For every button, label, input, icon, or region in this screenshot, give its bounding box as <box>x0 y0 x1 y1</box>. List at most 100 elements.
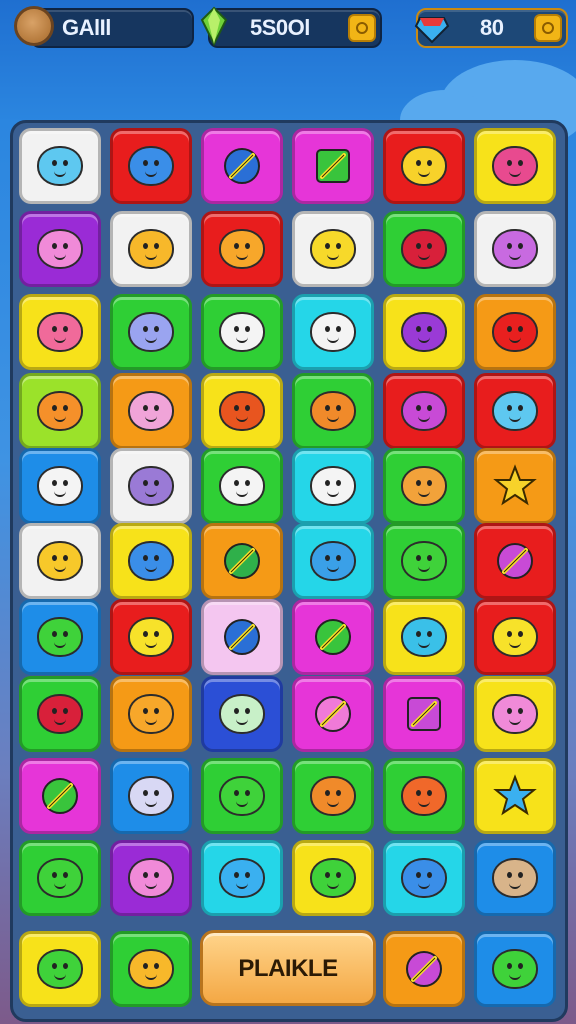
mouth <box>327 415 339 422</box>
board-tile[interactable] <box>474 294 556 370</box>
board-tile[interactable] <box>19 758 101 834</box>
sword-square-icon <box>407 697 441 731</box>
pig-face-icon <box>128 858 174 898</box>
board-tile[interactable] <box>201 599 283 675</box>
leaf-face-icon <box>219 776 265 816</box>
board-tile[interactable] <box>19 448 101 524</box>
board-tile[interactable] <box>110 128 192 204</box>
mouth <box>145 170 157 177</box>
board-tile[interactable] <box>110 931 192 1007</box>
board-tile[interactable] <box>474 758 556 834</box>
blob-face-icon <box>37 466 83 506</box>
blob-face-icon <box>37 312 83 352</box>
board-tile[interactable] <box>292 128 374 204</box>
board-tile[interactable] <box>19 373 101 449</box>
board-tile[interactable] <box>201 840 283 916</box>
place-button[interactable]: PLAIKLE <box>200 930 376 1006</box>
board-tile[interactable] <box>474 840 556 916</box>
board-tile[interactable] <box>201 758 283 834</box>
leaf-blob-icon <box>37 949 83 989</box>
player-name: GAlIl <box>62 15 111 40</box>
board-tile[interactable] <box>383 448 465 524</box>
board-tile[interactable] <box>110 676 192 752</box>
board-tile[interactable] <box>292 599 374 675</box>
board-tile[interactable] <box>383 758 465 834</box>
player-avatar[interactable] <box>14 6 54 46</box>
board-tile[interactable] <box>292 373 374 449</box>
mouth <box>236 415 248 422</box>
board-tile[interactable] <box>292 840 374 916</box>
board-tile[interactable] <box>383 211 465 287</box>
board-tile[interactable] <box>19 211 101 287</box>
sword-orb-icon <box>315 696 351 732</box>
board-tile[interactable] <box>110 211 192 287</box>
mouth <box>236 490 248 497</box>
board-tile[interactable] <box>110 373 192 449</box>
heart-bag-icon <box>401 229 447 269</box>
coin-icon[interactable] <box>534 14 562 42</box>
board-tile[interactable] <box>474 599 556 675</box>
board-tile[interactable] <box>383 599 465 675</box>
mouth <box>54 253 66 260</box>
gems-value: 80 <box>480 15 504 40</box>
blob-face-icon <box>128 312 174 352</box>
board-tile[interactable] <box>383 373 465 449</box>
board-tile[interactable] <box>201 448 283 524</box>
mouth <box>418 253 430 260</box>
board-tile[interactable] <box>110 523 192 599</box>
board-tile[interactable] <box>110 758 192 834</box>
mouth <box>145 336 157 343</box>
board-tile[interactable] <box>110 599 192 675</box>
mouth <box>418 170 430 177</box>
board-tile[interactable] <box>201 128 283 204</box>
board-tile[interactable] <box>201 211 283 287</box>
board-tile[interactable] <box>110 840 192 916</box>
crab-face-icon <box>310 391 356 431</box>
board-tile[interactable] <box>474 523 556 599</box>
blob-face-icon <box>219 858 265 898</box>
leaf-face-icon <box>401 541 447 581</box>
board-tile[interactable] <box>201 676 283 752</box>
board-tile[interactable] <box>19 840 101 916</box>
board-tile[interactable] <box>19 599 101 675</box>
board-tile[interactable] <box>383 931 465 1007</box>
cow-face-icon <box>128 391 174 431</box>
blob-face-icon <box>401 858 447 898</box>
board-tile[interactable] <box>19 523 101 599</box>
board-tile[interactable] <box>383 523 465 599</box>
board-tile[interactable] <box>201 294 283 370</box>
board-tile[interactable] <box>19 931 101 1007</box>
board-tile[interactable] <box>383 128 465 204</box>
board-tile[interactable] <box>292 758 374 834</box>
board-tile[interactable] <box>383 840 465 916</box>
board-tile[interactable] <box>201 373 283 449</box>
board-tile[interactable] <box>292 294 374 370</box>
crab-face-icon <box>310 776 356 816</box>
leaf-face-icon <box>492 949 538 989</box>
board-tile[interactable] <box>19 676 101 752</box>
board-tile[interactable] <box>383 676 465 752</box>
board-tile[interactable] <box>292 448 374 524</box>
blob-face-icon <box>128 146 174 186</box>
board-tile[interactable] <box>292 211 374 287</box>
board-tile[interactable] <box>383 294 465 370</box>
board-tile[interactable] <box>474 931 556 1007</box>
board-tile[interactable] <box>474 676 556 752</box>
tulip-icon <box>128 466 174 506</box>
mouth <box>236 800 248 807</box>
board-tile[interactable] <box>474 128 556 204</box>
board-tile[interactable] <box>110 448 192 524</box>
mouth <box>54 490 66 497</box>
board-tile[interactable] <box>110 294 192 370</box>
board-tile[interactable] <box>474 448 556 524</box>
board-tile[interactable] <box>292 676 374 752</box>
board-tile[interactable] <box>19 128 101 204</box>
board-tile[interactable] <box>19 294 101 370</box>
mouth <box>236 336 248 343</box>
blob-face-icon <box>492 312 538 352</box>
board-tile[interactable] <box>474 211 556 287</box>
board-tile[interactable] <box>201 523 283 599</box>
board-tile[interactable] <box>474 373 556 449</box>
board-tile[interactable] <box>292 523 374 599</box>
coin-icon[interactable] <box>348 14 376 42</box>
